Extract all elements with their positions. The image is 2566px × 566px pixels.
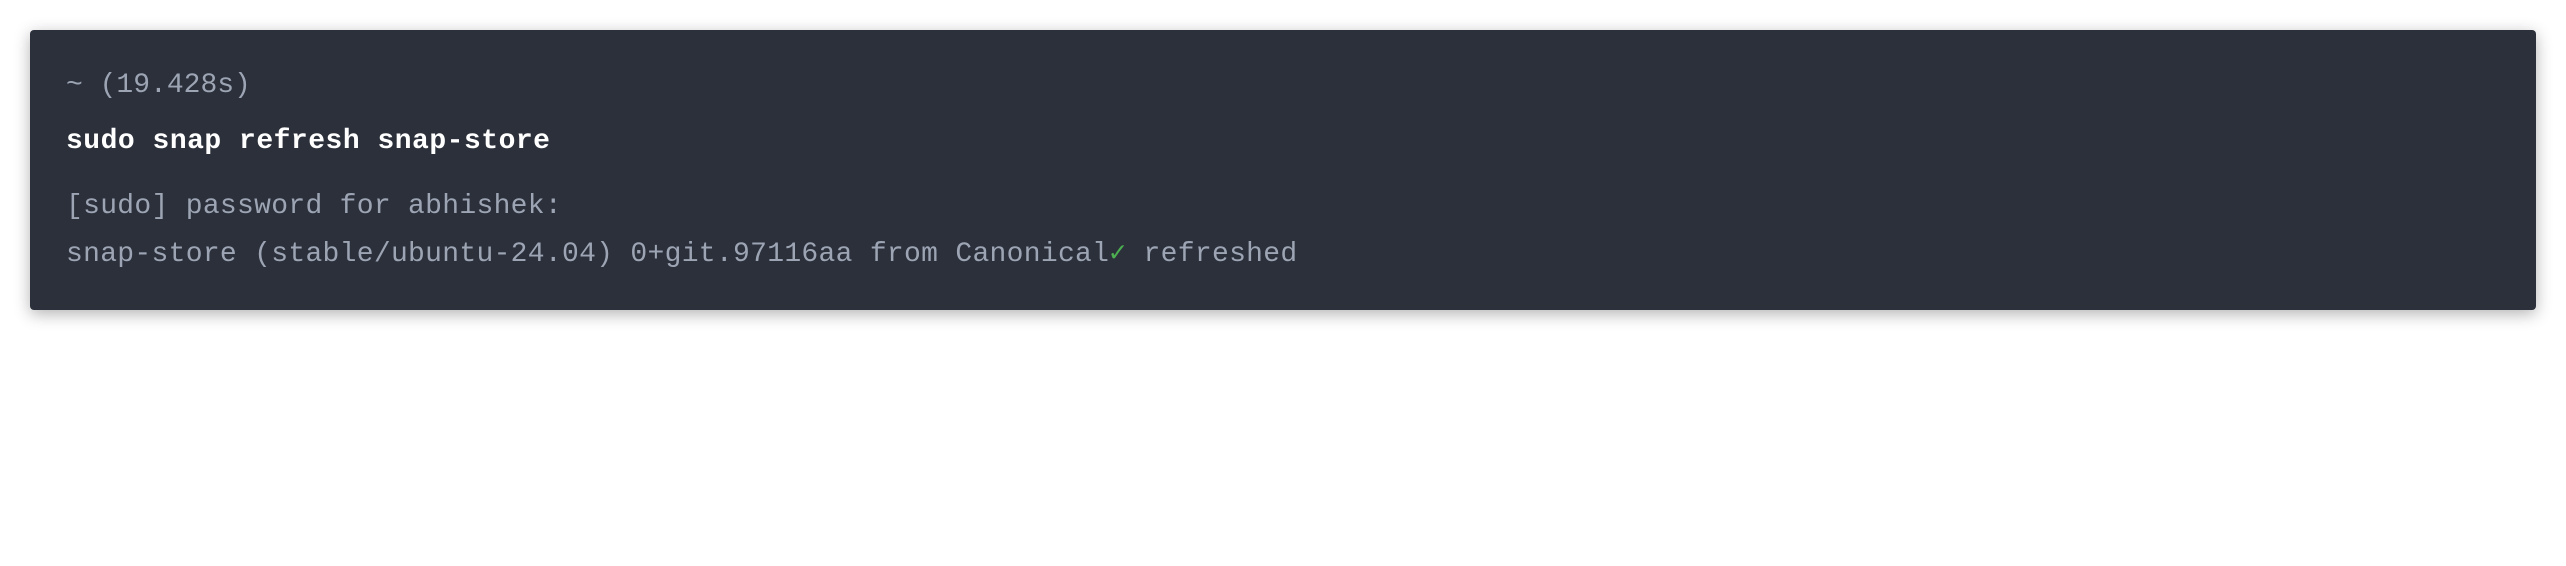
prompt-timing: (19.428s): [100, 70, 251, 101]
terminal-window: ~ (19.428s) sudo snap refresh snap-store…: [30, 30, 2536, 310]
prompt-cwd: ~: [66, 70, 83, 101]
command-line[interactable]: sudo snap refresh snap-store: [66, 118, 2500, 166]
output-result: snap-store (stable/ubuntu-24.04) 0+git.9…: [66, 231, 2500, 279]
output-result-suffix: refreshed: [1126, 239, 1297, 270]
prompt-line: ~ (19.428s): [66, 62, 2500, 110]
output-result-prefix: snap-store (stable/ubuntu-24.04) 0+git.9…: [66, 239, 1109, 270]
output-password-prompt: [sudo] password for abhishek:: [66, 183, 2500, 231]
command-text: sudo snap refresh snap-store: [66, 126, 550, 157]
checkmark-icon: ✓: [1109, 239, 1126, 270]
